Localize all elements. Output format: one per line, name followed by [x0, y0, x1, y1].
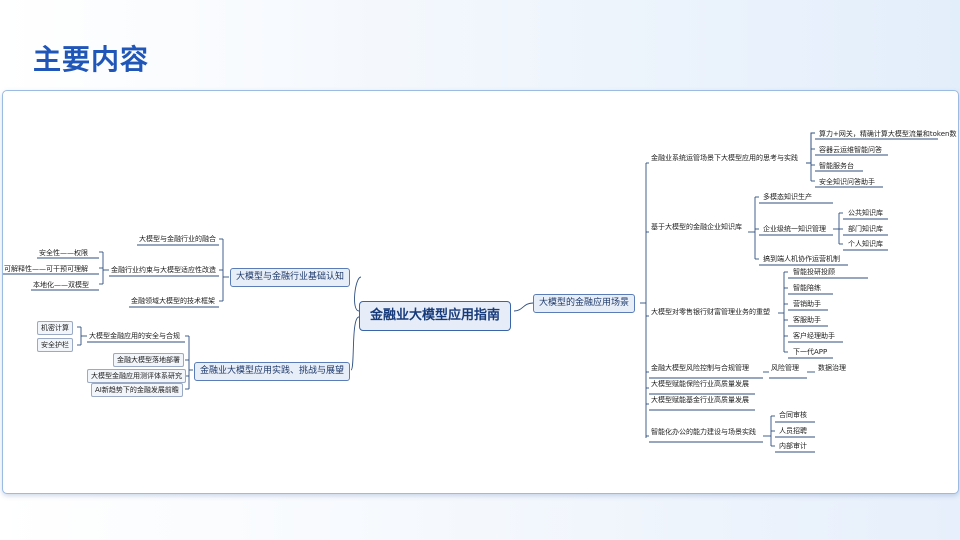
node-practice-sub-2[interactable]: 安全护栏	[37, 338, 73, 352]
node-ops[interactable]: 金融业系统运管场景下大模型应用的思考与实践	[651, 153, 798, 163]
node-basic-child-1[interactable]: 大模型与金融行业的融合	[139, 234, 216, 244]
branch-application-scenarios[interactable]: 大模型的金融应用场景	[533, 294, 636, 313]
node-wealth-child-6[interactable]: 下一代APP	[793, 347, 827, 357]
node-wealth-child-4[interactable]: 客服助手	[793, 315, 821, 325]
node-knowledge-child-3[interactable]: 搞到端人机协作运营机制	[763, 254, 840, 264]
node-practice-child-2[interactable]: 金融大模型落地部署	[113, 353, 184, 367]
node-ops-child-1[interactable]: 算力+网关，精确计算大模型流量和token数	[819, 129, 956, 139]
node-office[interactable]: 智能化办公的能力建设与场景实践	[651, 427, 756, 437]
node-ops-child-2[interactable]: 容器云运维智能问答	[819, 145, 882, 155]
node-wealth-child-3[interactable]: 营销助手	[793, 299, 821, 309]
mindmap-root[interactable]: 金融业大模型应用指南	[359, 301, 512, 331]
node-office-child-2[interactable]: 人员招聘	[779, 426, 807, 436]
node-ops-child-3[interactable]: 智能服务台	[819, 161, 854, 171]
node-knowledge-sub-2[interactable]: 部门知识库	[848, 224, 883, 234]
node-risk-grandchild[interactable]: 数据治理	[818, 363, 846, 373]
node-wealth-child-1[interactable]: 智能投研投顾	[793, 267, 835, 277]
node-insurance[interactable]: 大模型赋能保险行业高质量发展	[651, 379, 749, 389]
node-basic-sub-2[interactable]: 可解释性——可干预可理解	[4, 264, 88, 274]
node-fund[interactable]: 大模型赋能基金行业高质量发展	[651, 395, 749, 405]
node-basic-sub-1[interactable]: 安全性——权限	[39, 248, 88, 258]
node-practice-child-4[interactable]: AI新趋势下的金融发展前瞻	[91, 383, 183, 397]
node-wealth-child-2[interactable]: 智能陪练	[793, 283, 821, 293]
node-knowledge-sub-3[interactable]: 个人知识库	[848, 239, 883, 249]
node-wealth[interactable]: 大模型对零售银行财富管理业务的重塑	[651, 307, 770, 317]
node-wealth-child-5[interactable]: 客户经理助手	[793, 331, 835, 341]
branch-basic-knowledge[interactable]: 大模型与金融行业基础认知	[230, 268, 351, 287]
node-office-child-1[interactable]: 合同审核	[779, 410, 807, 420]
node-practice-sub-1[interactable]: 机密计算	[37, 321, 73, 335]
slide-title: 主要内容	[33, 43, 150, 76]
node-basic-sub-3[interactable]: 本地化——双模型	[33, 280, 89, 290]
node-knowledge-child-2[interactable]: 企业级统一知识管理	[763, 224, 826, 234]
node-basic-child-3[interactable]: 金融领域大模型的技术框架	[131, 296, 215, 306]
node-office-child-3[interactable]: 内部审计	[779, 441, 807, 451]
node-knowledge-child-1[interactable]: 多模态知识生产	[763, 192, 812, 202]
node-practice-child-1[interactable]: 大模型金融应用的安全与合规	[89, 331, 180, 341]
node-knowledge[interactable]: 基于大模型的金融企业知识库	[651, 222, 742, 232]
node-basic-child-2[interactable]: 金融行业约束与大模型适应性改造	[111, 265, 216, 275]
branch-practice[interactable]: 金融业大模型应用实践、挑战与展望	[194, 362, 351, 381]
node-practice-child-3[interactable]: 大模型金融应用测评体系研究	[87, 369, 186, 383]
mindmap-panel: 金融业大模型应用指南 大模型的金融应用场景 金融业系统运管场景下大模型应用的思考…	[2, 90, 959, 494]
node-knowledge-sub-1[interactable]: 公共知识库	[848, 208, 883, 218]
node-ops-child-4[interactable]: 安全知识问答助手	[819, 177, 875, 187]
node-risk[interactable]: 金融大模型风险控制与合规管理	[651, 363, 749, 373]
node-risk-child[interactable]: 风险管理	[771, 363, 799, 373]
